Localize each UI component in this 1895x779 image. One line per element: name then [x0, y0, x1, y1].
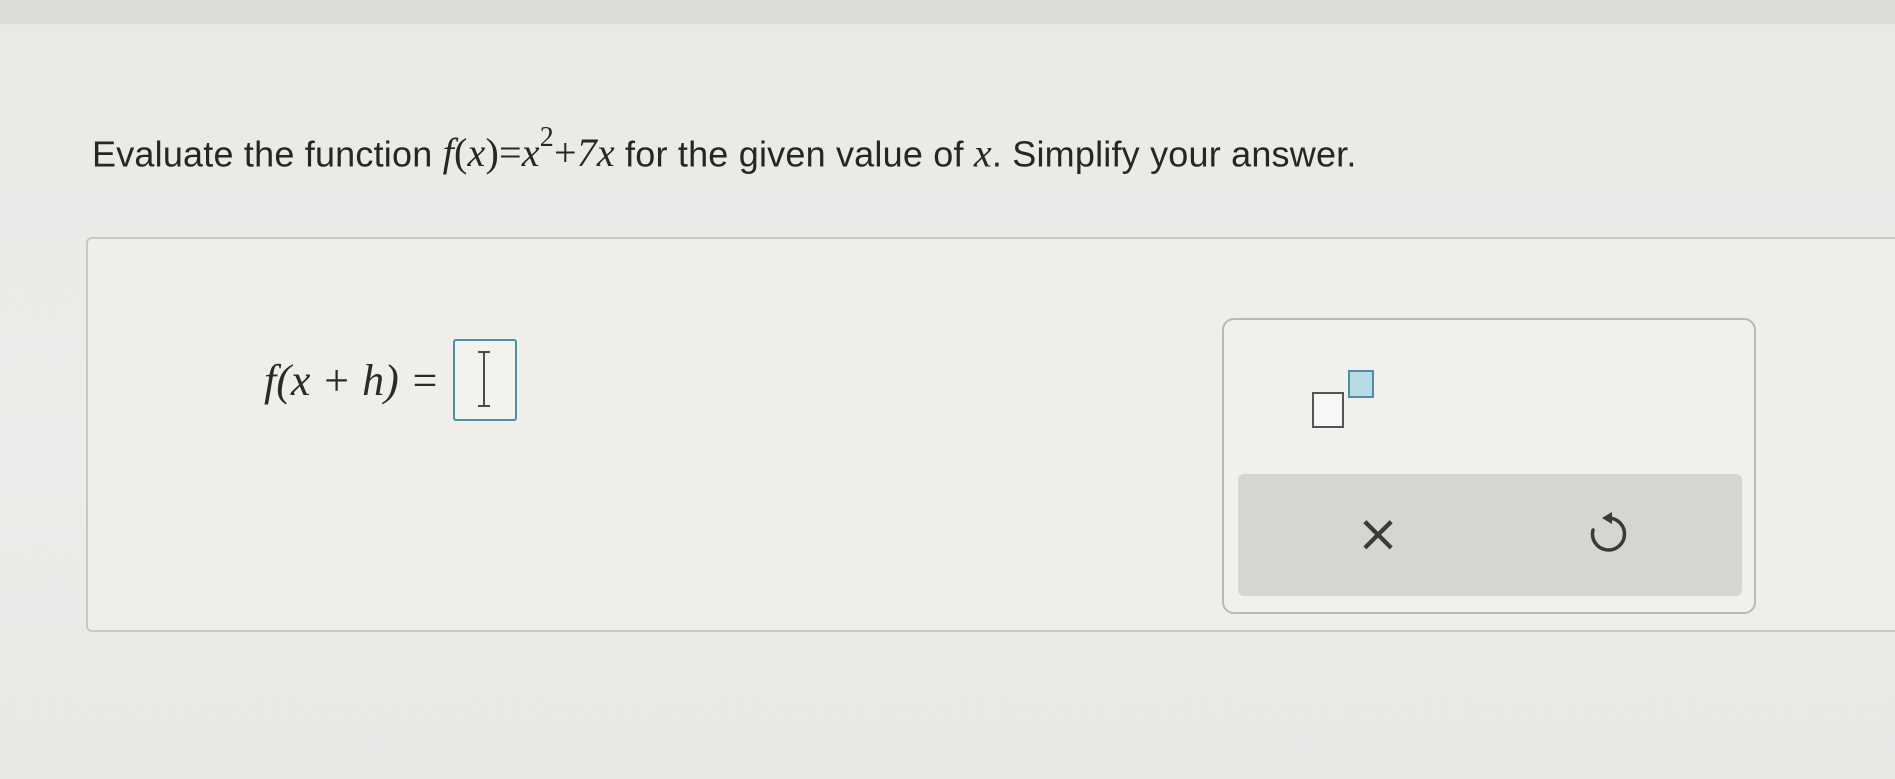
question-prefix: Evaluate the function: [92, 133, 443, 175]
given-variable: x: [973, 130, 992, 176]
text-cursor: [478, 351, 491, 407]
function-expression: f(x)=x2+7x: [442, 122, 615, 176]
close-icon: ×: [1356, 504, 1400, 564]
exponent-box-icon: [1348, 370, 1374, 398]
reset-button[interactable]: [1548, 494, 1668, 574]
clear-button[interactable]: ×: [1318, 494, 1438, 574]
top-strip: [0, 0, 1895, 24]
exponent-template-icon: [1312, 392, 1344, 428]
question-text: Evaluate the function f(x)=x2+7x for the…: [92, 122, 1357, 176]
keypad-action-bar: ×: [1238, 474, 1742, 596]
undo-icon: [1590, 512, 1627, 552]
answer-expression: f(x + h) =: [264, 339, 518, 421]
answer-input[interactable]: [453, 339, 518, 421]
question-suffix: . Simplify your answer.: [991, 133, 1357, 175]
answer-lhs: f(x + h) =: [264, 355, 440, 405]
math-keypad: ×: [1222, 318, 1756, 614]
exponent-button[interactable]: [1282, 362, 1374, 432]
question-middle: for the given value of: [614, 133, 974, 175]
